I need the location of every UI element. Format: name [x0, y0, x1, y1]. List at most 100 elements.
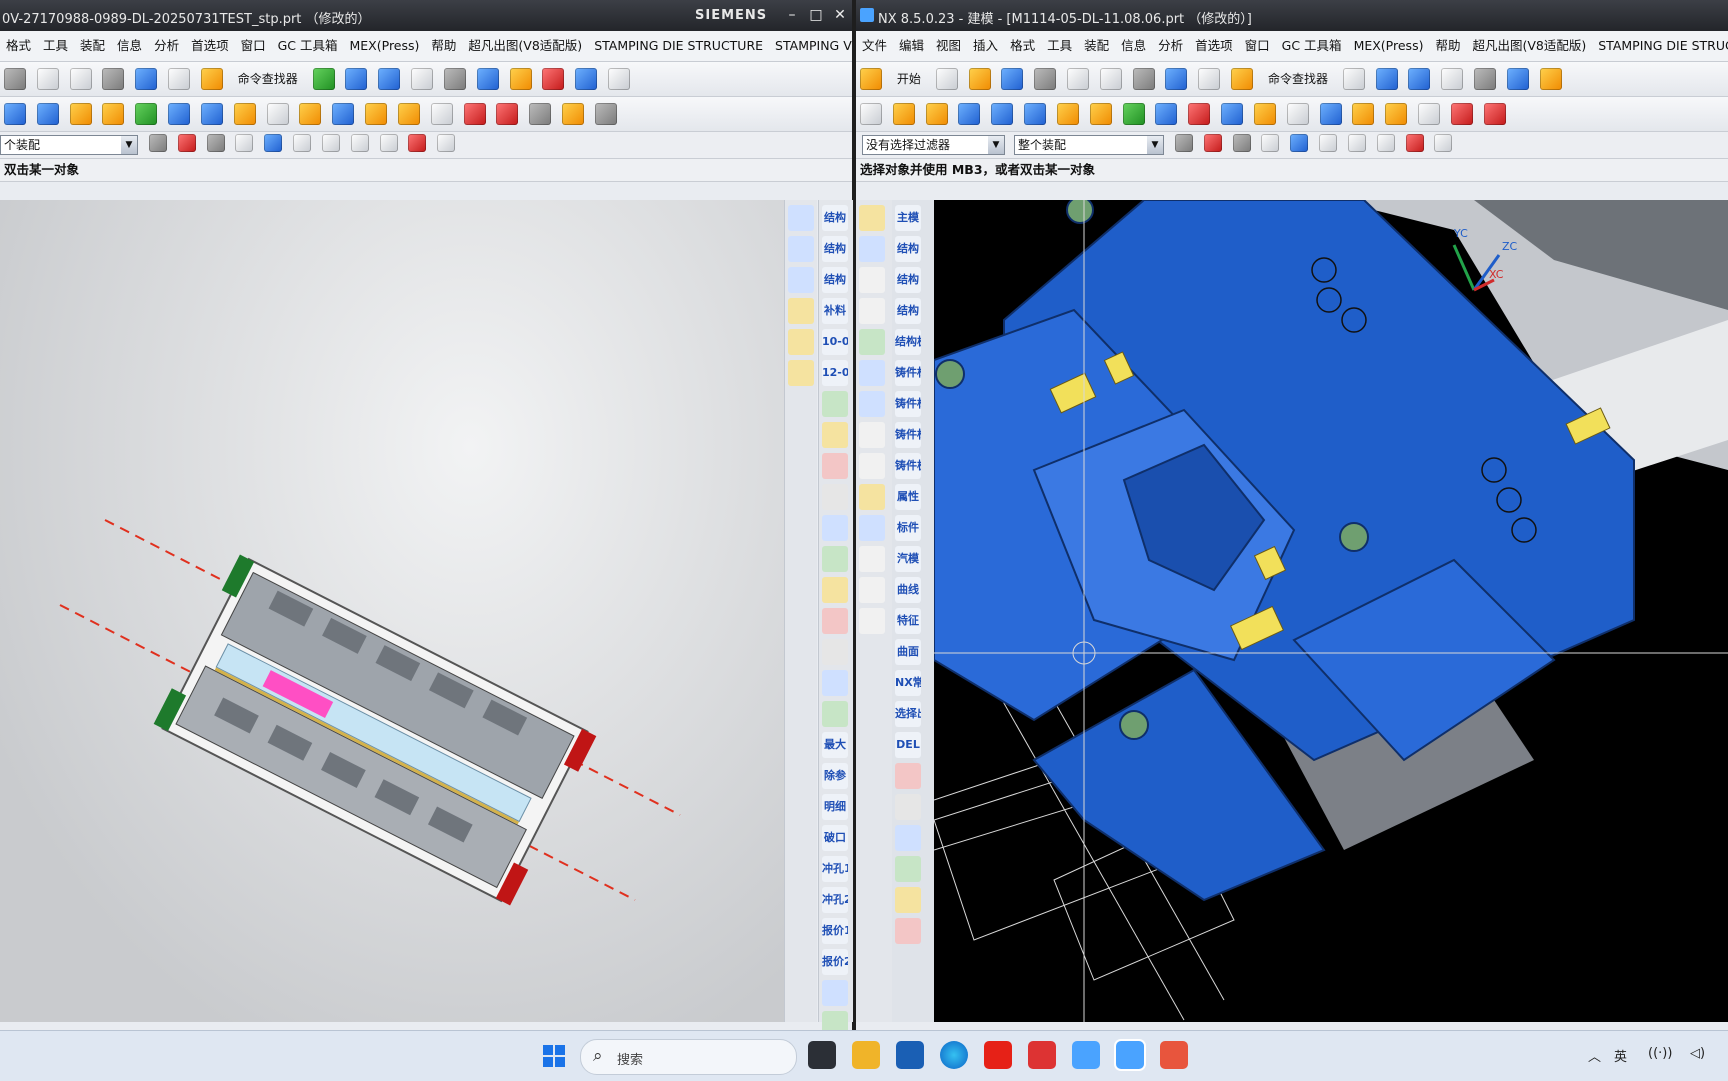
sketch-icon[interactable] — [299, 103, 322, 125]
left-palette-tool[interactable] — [822, 484, 848, 510]
right-palette-tool[interactable]: 结构 — [895, 298, 921, 324]
view-orientation-icon[interactable] — [1506, 68, 1529, 90]
right-title-bar[interactable]: NX 8.5.0.23 - 建模 - [M1114-05-DL-11.08.06… — [856, 0, 1728, 31]
pattern-icon[interactable] — [1122, 103, 1145, 125]
web-browser-icon[interactable] — [859, 391, 885, 417]
shell-icon[interactable] — [1286, 103, 1309, 125]
left-palette-tool[interactable] — [822, 608, 848, 634]
redo-icon[interactable] — [168, 68, 191, 90]
right-palette-tool[interactable]: 曲线 — [895, 577, 921, 603]
right-palette-tool[interactable]: 结构 — [895, 267, 921, 293]
body-select-icon[interactable] — [264, 134, 283, 152]
right-palette-tool[interactable]: 标件 — [895, 515, 921, 541]
component-icon[interactable] — [496, 103, 519, 125]
plus-snap-icon[interactable] — [1434, 134, 1453, 152]
constraint-icon[interactable] — [529, 103, 552, 125]
selection-filter-combo[interactable]: 没有选择过滤器 ▼ — [862, 135, 1005, 155]
command-finder-button[interactable]: 命令查找器 — [1264, 68, 1332, 90]
snap-point-icon[interactable] — [177, 134, 196, 152]
powerpoint-icon[interactable] — [1160, 1041, 1188, 1069]
maximize-icon[interactable]: □ — [806, 6, 826, 24]
boolean-icon[interactable] — [168, 103, 191, 125]
left-scope-combo[interactable]: 个装配 ▼ — [0, 135, 138, 155]
left-resource-tool-icon[interactable] — [788, 298, 814, 324]
left-palette-tool[interactable] — [822, 670, 848, 696]
right-palette-tool[interactable] — [895, 763, 921, 789]
right-palette-tool[interactable] — [895, 794, 921, 820]
body-select-icon[interactable] — [1290, 134, 1309, 152]
split-body-icon[interactable] — [1418, 103, 1441, 125]
right-palette-tool[interactable]: 主模 — [895, 205, 921, 231]
left-menu-item[interactable]: 信息 — [111, 31, 148, 61]
curve-rule-icon[interactable] — [1232, 134, 1251, 152]
close-icon[interactable]: ✕ — [830, 6, 850, 24]
left-menu-item[interactable]: 窗口 — [235, 31, 272, 61]
left-palette-tool[interactable] — [822, 980, 848, 1006]
palette-icon[interactable] — [859, 484, 885, 510]
right-menu-item[interactable]: 文件 — [856, 31, 893, 61]
left-menu-item[interactable]: 首选项 — [185, 31, 235, 61]
right-menu-item[interactable]: 视图 — [930, 31, 967, 61]
left-menu-item[interactable]: 分析 — [148, 31, 185, 61]
left-resource-tool-icon[interactable] — [788, 360, 814, 386]
hole-icon[interactable] — [135, 103, 158, 125]
right-palette-tool[interactable]: 铸件标 — [895, 422, 921, 448]
zoom-icon[interactable] — [1441, 68, 1464, 90]
left-resource-tool-icon[interactable] — [788, 329, 814, 355]
copy-icon[interactable] — [36, 68, 59, 90]
right-menu-item[interactable]: 帮助 — [1429, 31, 1466, 61]
rect-select-icon[interactable] — [1261, 134, 1280, 152]
delete-icon[interactable] — [102, 68, 125, 90]
layer-icon[interactable] — [1539, 68, 1562, 90]
assembly-navigator-icon[interactable] — [859, 205, 885, 231]
start-button[interactable]: 开始 — [893, 68, 925, 90]
taskbar-search-box[interactable]: ⌕ 搜索 — [580, 1039, 797, 1075]
mid-point-icon[interactable] — [1347, 134, 1366, 152]
assembly-icon[interactable] — [463, 103, 486, 125]
left-menu-item[interactable]: STAMPING DIE STRUCTURE — [588, 31, 769, 61]
left-palette-tool[interactable]: 结构 — [822, 205, 848, 231]
volume-icon[interactable]: ◁) — [1690, 1046, 1705, 1061]
left-palette-tool[interactable] — [822, 422, 848, 448]
snap-icon[interactable] — [345, 68, 368, 90]
center-point-icon[interactable] — [1376, 134, 1395, 152]
split-body-icon[interactable] — [430, 103, 453, 125]
circle-snap-icon[interactable] — [408, 134, 427, 152]
mid-point-icon[interactable] — [321, 134, 340, 152]
render-style-icon[interactable] — [443, 68, 466, 90]
right-menu-item[interactable]: 窗口 — [1239, 31, 1276, 61]
command-finder-icon[interactable] — [200, 68, 223, 90]
nx-taskbar-icon[interactable] — [1072, 1041, 1100, 1069]
left-menu-item[interactable]: STAMPING V8 — [769, 31, 852, 61]
start-icon[interactable] — [860, 68, 882, 90]
nx-taskbar-icon-active[interactable] — [1116, 1041, 1144, 1069]
window-tile-icon[interactable] — [608, 68, 631, 90]
file-explorer-icon[interactable] — [852, 1041, 880, 1069]
left-palette-tool[interactable]: 报价2 — [822, 949, 848, 975]
revolve-icon[interactable] — [102, 103, 125, 125]
right-palette-tool[interactable] — [895, 825, 921, 851]
left-palette-tool[interactable] — [822, 453, 848, 479]
undo-icon[interactable] — [1165, 68, 1188, 90]
hole-icon[interactable] — [1056, 103, 1079, 125]
right-menu-item[interactable]: 格式 — [1004, 31, 1041, 61]
reuse-library-icon[interactable] — [859, 298, 885, 324]
open-folder-icon[interactable] — [968, 68, 991, 90]
blend-icon[interactable] — [200, 103, 223, 125]
chamfer-icon[interactable] — [233, 103, 256, 125]
tray-chevron-icon[interactable]: ︿ — [1588, 1046, 1601, 1065]
left-palette-tool[interactable]: 冲孔2 — [822, 887, 848, 913]
print-icon[interactable] — [859, 577, 885, 603]
store-icon[interactable] — [896, 1041, 924, 1069]
right-menu-item[interactable]: STAMPING DIE STRUC — [1592, 31, 1728, 61]
report-icon[interactable] — [859, 608, 885, 634]
right-palette-tool[interactable] — [895, 918, 921, 944]
left-resource-tool-icon[interactable] — [788, 236, 814, 262]
view-orientation-icon[interactable] — [476, 68, 499, 90]
block-icon[interactable] — [958, 103, 981, 125]
part-navigator-icon[interactable] — [859, 267, 885, 293]
left-palette-tool[interactable]: 结构 — [822, 236, 848, 262]
minimize-icon[interactable]: – — [782, 6, 802, 24]
system-material-icon[interactable] — [859, 453, 885, 479]
right-palette-tool[interactable]: 曲面 — [895, 639, 921, 665]
